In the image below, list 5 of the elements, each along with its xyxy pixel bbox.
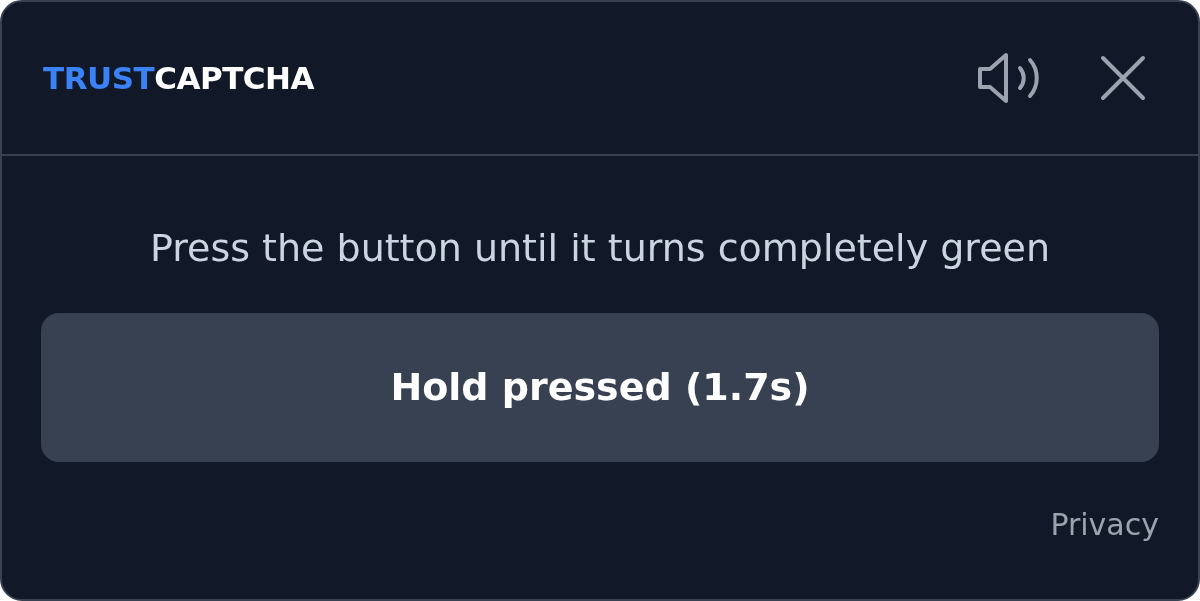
privacy-link[interactable]: Privacy [1050, 502, 1159, 547]
instruction-text: Press the button until it turns completely green [149, 225, 1051, 272]
logo-text: TRUSTCAPTCHA [43, 58, 314, 98]
close-icon[interactable] [1100, 55, 1146, 101]
hold-button[interactable]: Hold pressed (1.7s) [41, 313, 1159, 462]
